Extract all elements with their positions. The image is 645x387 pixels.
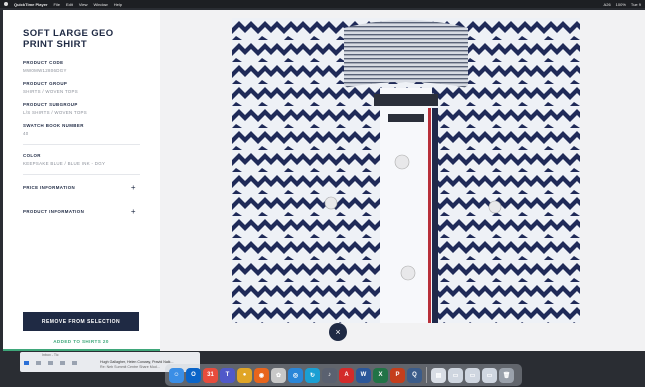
field-color: COLOR KEEPSAKE BLUE / BLUE INK - DGY — [23, 153, 140, 166]
accordion-label: PRODUCT INFORMATION — [23, 209, 85, 214]
calendar-icon[interactable]: 31 — [203, 367, 218, 383]
field-label: PRODUCT SUBGROUP — [23, 102, 78, 107]
archive-icon[interactable] — [72, 361, 77, 365]
field-label: PRODUCT CODE — [23, 60, 64, 65]
accordion-label: PRICE INFORMATION — [23, 185, 76, 190]
mail-inbox-label: Inbox - Tic — [42, 353, 59, 357]
preview-icon[interactable]: ▤ — [431, 367, 446, 383]
music-icon[interactable]: ♪ — [322, 367, 337, 383]
plus-icon[interactable]: + — [131, 183, 136, 192]
menu-app-name[interactable]: QuickTime Player — [14, 2, 48, 7]
delete-icon[interactable] — [60, 361, 65, 365]
powerpoint-icon[interactable]: P — [390, 367, 405, 383]
close-icon[interactable]: × — [329, 323, 347, 341]
safari-icon[interactable]: ◎ — [288, 367, 303, 383]
status-clock[interactable]: Tue 9 — [631, 2, 641, 7]
teams-icon[interactable]: T — [220, 367, 235, 383]
downloads-icon[interactable]: ▭ — [465, 367, 480, 383]
accordion-product-information[interactable]: PRODUCT INFORMATION + — [23, 207, 136, 216]
acrobat-icon[interactable]: A — [339, 367, 354, 383]
field-value: L/S SHIRTS / WOVEN TOPS — [23, 110, 87, 115]
divider — [23, 174, 140, 175]
sync-icon[interactable]: ↻ — [305, 367, 320, 383]
chrome-icon[interactable]: ● — [237, 367, 252, 383]
product-info-panel: SOFT LARGE GEO PRINT SHIRT PRODUCT CODE … — [3, 10, 160, 351]
field-value: 40 — [23, 131, 29, 136]
shirt-photo — [232, 18, 580, 323]
menu-view[interactable]: View — [79, 2, 88, 7]
field-label: SWATCH BOOK NUMBER — [23, 123, 84, 128]
field-product-group: PRODUCT GROUP SHIRTS / WOVEN TOPS — [23, 81, 140, 94]
word-icon[interactable]: W — [356, 367, 371, 383]
menubar: QuickTime Player File Edit View Window H… — [0, 0, 645, 8]
folder-icon[interactable]: ▭ — [448, 367, 463, 383]
photos-icon[interactable]: ✿ — [271, 367, 286, 383]
forward-icon[interactable] — [48, 361, 53, 365]
field-label: COLOR — [23, 153, 41, 158]
remove-from-selection-button[interactable]: REMOVE FROM SELECTION — [23, 312, 139, 331]
field-product-code: PRODUCT CODE MW0MW12806DGY — [23, 60, 140, 73]
dock: ☺ O 31 T ● ◉ ✿ ◎ ↻ ♪ A W X P Q ▤ ▭ ▭ ▭ 🗑 — [165, 364, 522, 386]
product-image-viewer: × — [160, 10, 645, 351]
status-battery[interactable]: 100% — [616, 2, 626, 7]
field-label: PRODUCT GROUP — [23, 81, 68, 86]
accordion-price-information[interactable]: PRICE INFORMATION + — [23, 183, 136, 192]
menu-edit[interactable]: Edit — [66, 2, 73, 7]
outlook-icon[interactable]: O — [186, 367, 201, 383]
quicktime-icon[interactable]: Q — [407, 367, 422, 383]
apple-icon[interactable] — [4, 2, 8, 6]
reply-icon[interactable] — [36, 361, 41, 365]
added-to-collection-status: ADDED TO SHIRTS 20 — [53, 339, 109, 344]
menu-window[interactable]: Window — [93, 2, 107, 7]
product-detail-window: SOFT LARGE GEO PRINT SHIRT PRODUCT CODE … — [3, 10, 645, 351]
divider — [23, 144, 140, 145]
menu-file[interactable]: File — [54, 2, 60, 7]
product-title: SOFT LARGE GEO PRINT SHIRT — [23, 28, 114, 50]
mail-icon[interactable] — [24, 361, 29, 365]
field-value: MW0MW12806DGY — [23, 68, 67, 73]
finder-icon[interactable]: ☺ — [169, 367, 184, 383]
mail-sender-line: Hugh Gallagher, Helen Conway, Pravid Nai… — [100, 360, 174, 364]
firefox-icon[interactable]: ◉ — [254, 367, 269, 383]
menu-help[interactable]: Help — [114, 2, 122, 7]
field-product-subgroup: PRODUCT SUBGROUP L/S SHIRTS / WOVEN TOPS — [23, 102, 140, 115]
selection-progress-bar — [3, 349, 160, 351]
doc-icon[interactable]: ▭ — [482, 367, 497, 383]
dock-separator — [426, 367, 427, 383]
trash-icon[interactable]: 🗑 — [499, 367, 514, 383]
field-swatch-book: SWATCH BOOK NUMBER 40 — [23, 123, 140, 136]
field-value: KEEPSAKE BLUE / BLUE INK - DGY — [23, 161, 106, 166]
excel-icon[interactable]: X — [373, 367, 388, 383]
plus-icon[interactable]: + — [131, 207, 136, 216]
mail-subject-line: Re: Neb Summit Centre Share Mod... — [100, 365, 160, 369]
menubar-status: A26 100% Tue 9 — [604, 2, 641, 7]
field-value: SHIRTS / WOVEN TOPS — [23, 89, 78, 94]
status-adobe[interactable]: A26 — [604, 2, 611, 7]
